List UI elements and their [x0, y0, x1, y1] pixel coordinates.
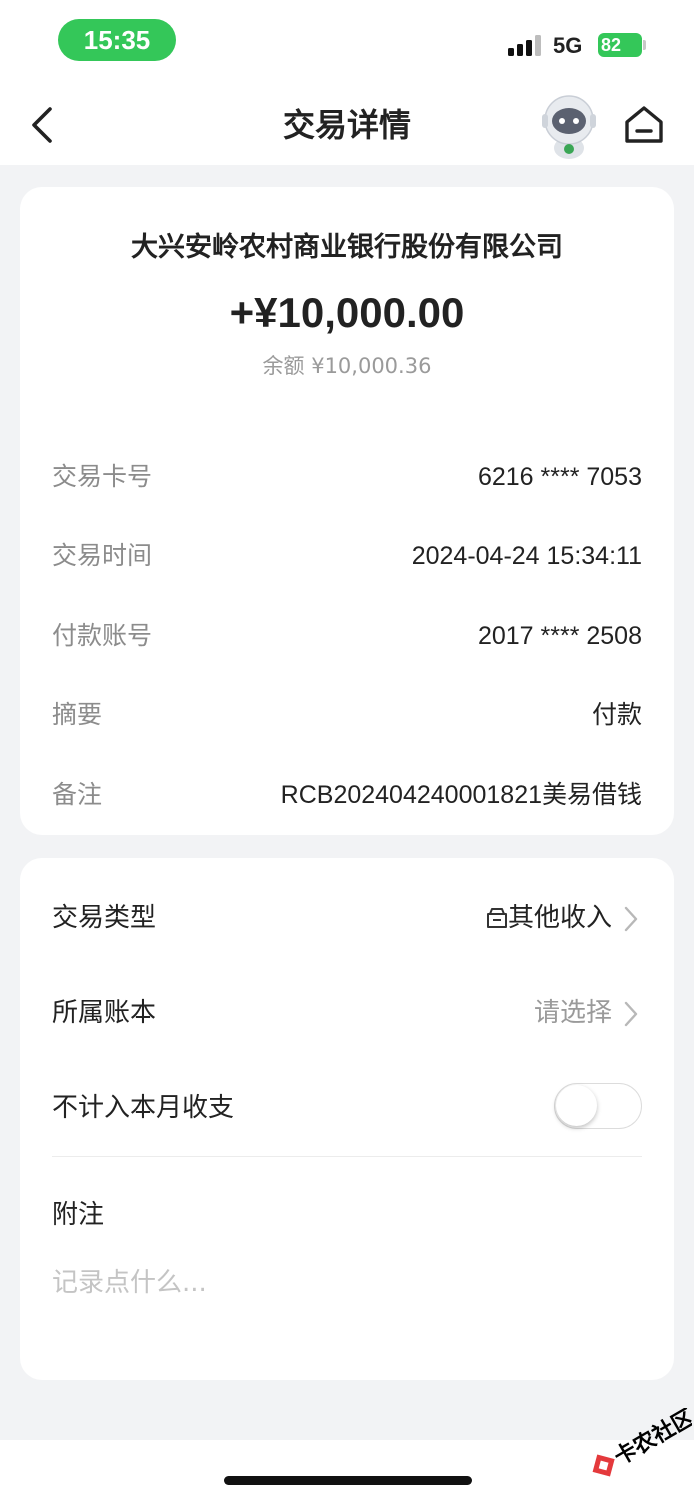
watermark-logo: 卡农社区 [592, 1408, 692, 1477]
status-time: 15:35 [58, 19, 176, 61]
chevron-right-icon [624, 1001, 638, 1027]
svg-text:卡农社区: 卡农社区 [610, 1408, 692, 1471]
detail-value: 2024-04-24 15:34:11 [411, 542, 642, 570]
detail-row-payer-account: 付款账号 2017 **** 2508 [52, 616, 642, 656]
note-label: 附注 [52, 1200, 105, 1230]
bottom-area [0, 1440, 694, 1500]
signal-icon [508, 35, 541, 56]
exclude-from-month-row: 不计入本月收支 [52, 1083, 642, 1133]
chevron-right-icon [624, 906, 638, 932]
detail-row-remark: 备注 RCB20240424000182​1美易借钱 [52, 775, 642, 815]
detail-label: 备注 [52, 780, 103, 809]
detail-label: 交易卡号 [52, 462, 153, 491]
detail-row-summary: 摘要 付款 [52, 695, 642, 735]
note-input[interactable] [52, 1258, 642, 1308]
home-icon[interactable] [622, 102, 666, 146]
detail-value: 付款 [591, 701, 642, 729]
ledger-book-label: 所属账本 [52, 998, 157, 1028]
exclude-from-month-label: 不计入本月收支 [52, 1093, 235, 1123]
detail-label: 摘要 [52, 700, 103, 729]
astronaut-mascot-icon[interactable] [538, 92, 600, 160]
divider [52, 1156, 642, 1157]
transaction-type-row[interactable]: 交易类型 其他收入 [52, 893, 642, 943]
transaction-type-label: 交易类型 [52, 903, 157, 933]
bank-name: 大兴安岭农村商业银行股份有限公司 [131, 232, 563, 263]
battery-indicator: 82 [598, 33, 642, 57]
ledger-book-row[interactable]: 所属账本 请选择 [52, 988, 642, 1038]
battery-cap [643, 40, 646, 50]
exclude-from-month-toggle[interactable] [554, 1083, 642, 1129]
home-indicator[interactable] [224, 1476, 472, 1485]
toggle-knob [556, 1085, 597, 1126]
detail-value: 6216 **** 7053 [477, 463, 642, 491]
detail-value: 2017 **** 2508 [477, 622, 642, 650]
settings-card: 交易类型 其他收入 所属账本 请选择 不计入本月收支 附注 [20, 858, 674, 1380]
detail-row-time: 交易时间 2024-04-24 15:34:11 [52, 536, 642, 576]
top-bar: 15:35 5G 82 交易详情 [0, 0, 694, 165]
transaction-card: 大兴安岭农村商业银行股份有限公司 +¥10,000.00 余额 ¥10,000.… [20, 187, 674, 835]
ledger-book-value: 请选择 [533, 998, 612, 1028]
income-box-icon [487, 908, 507, 928]
battery-level: 82 [601, 35, 622, 55]
detail-label: 交易时间 [52, 541, 153, 570]
transaction-amount: +¥10,000.00 [229, 289, 465, 336]
detail-value: RCB20240424000182​1美易借钱 [280, 781, 642, 809]
detail-row-card-number: 交易卡号 6216 **** 7053 [52, 457, 642, 497]
transaction-type-value: 其他收入 [507, 903, 612, 933]
balance-line: 余额 ¥10,000.36 [262, 354, 432, 378]
detail-label: 付款账号 [52, 621, 153, 650]
network-type: 5G [553, 33, 583, 58]
